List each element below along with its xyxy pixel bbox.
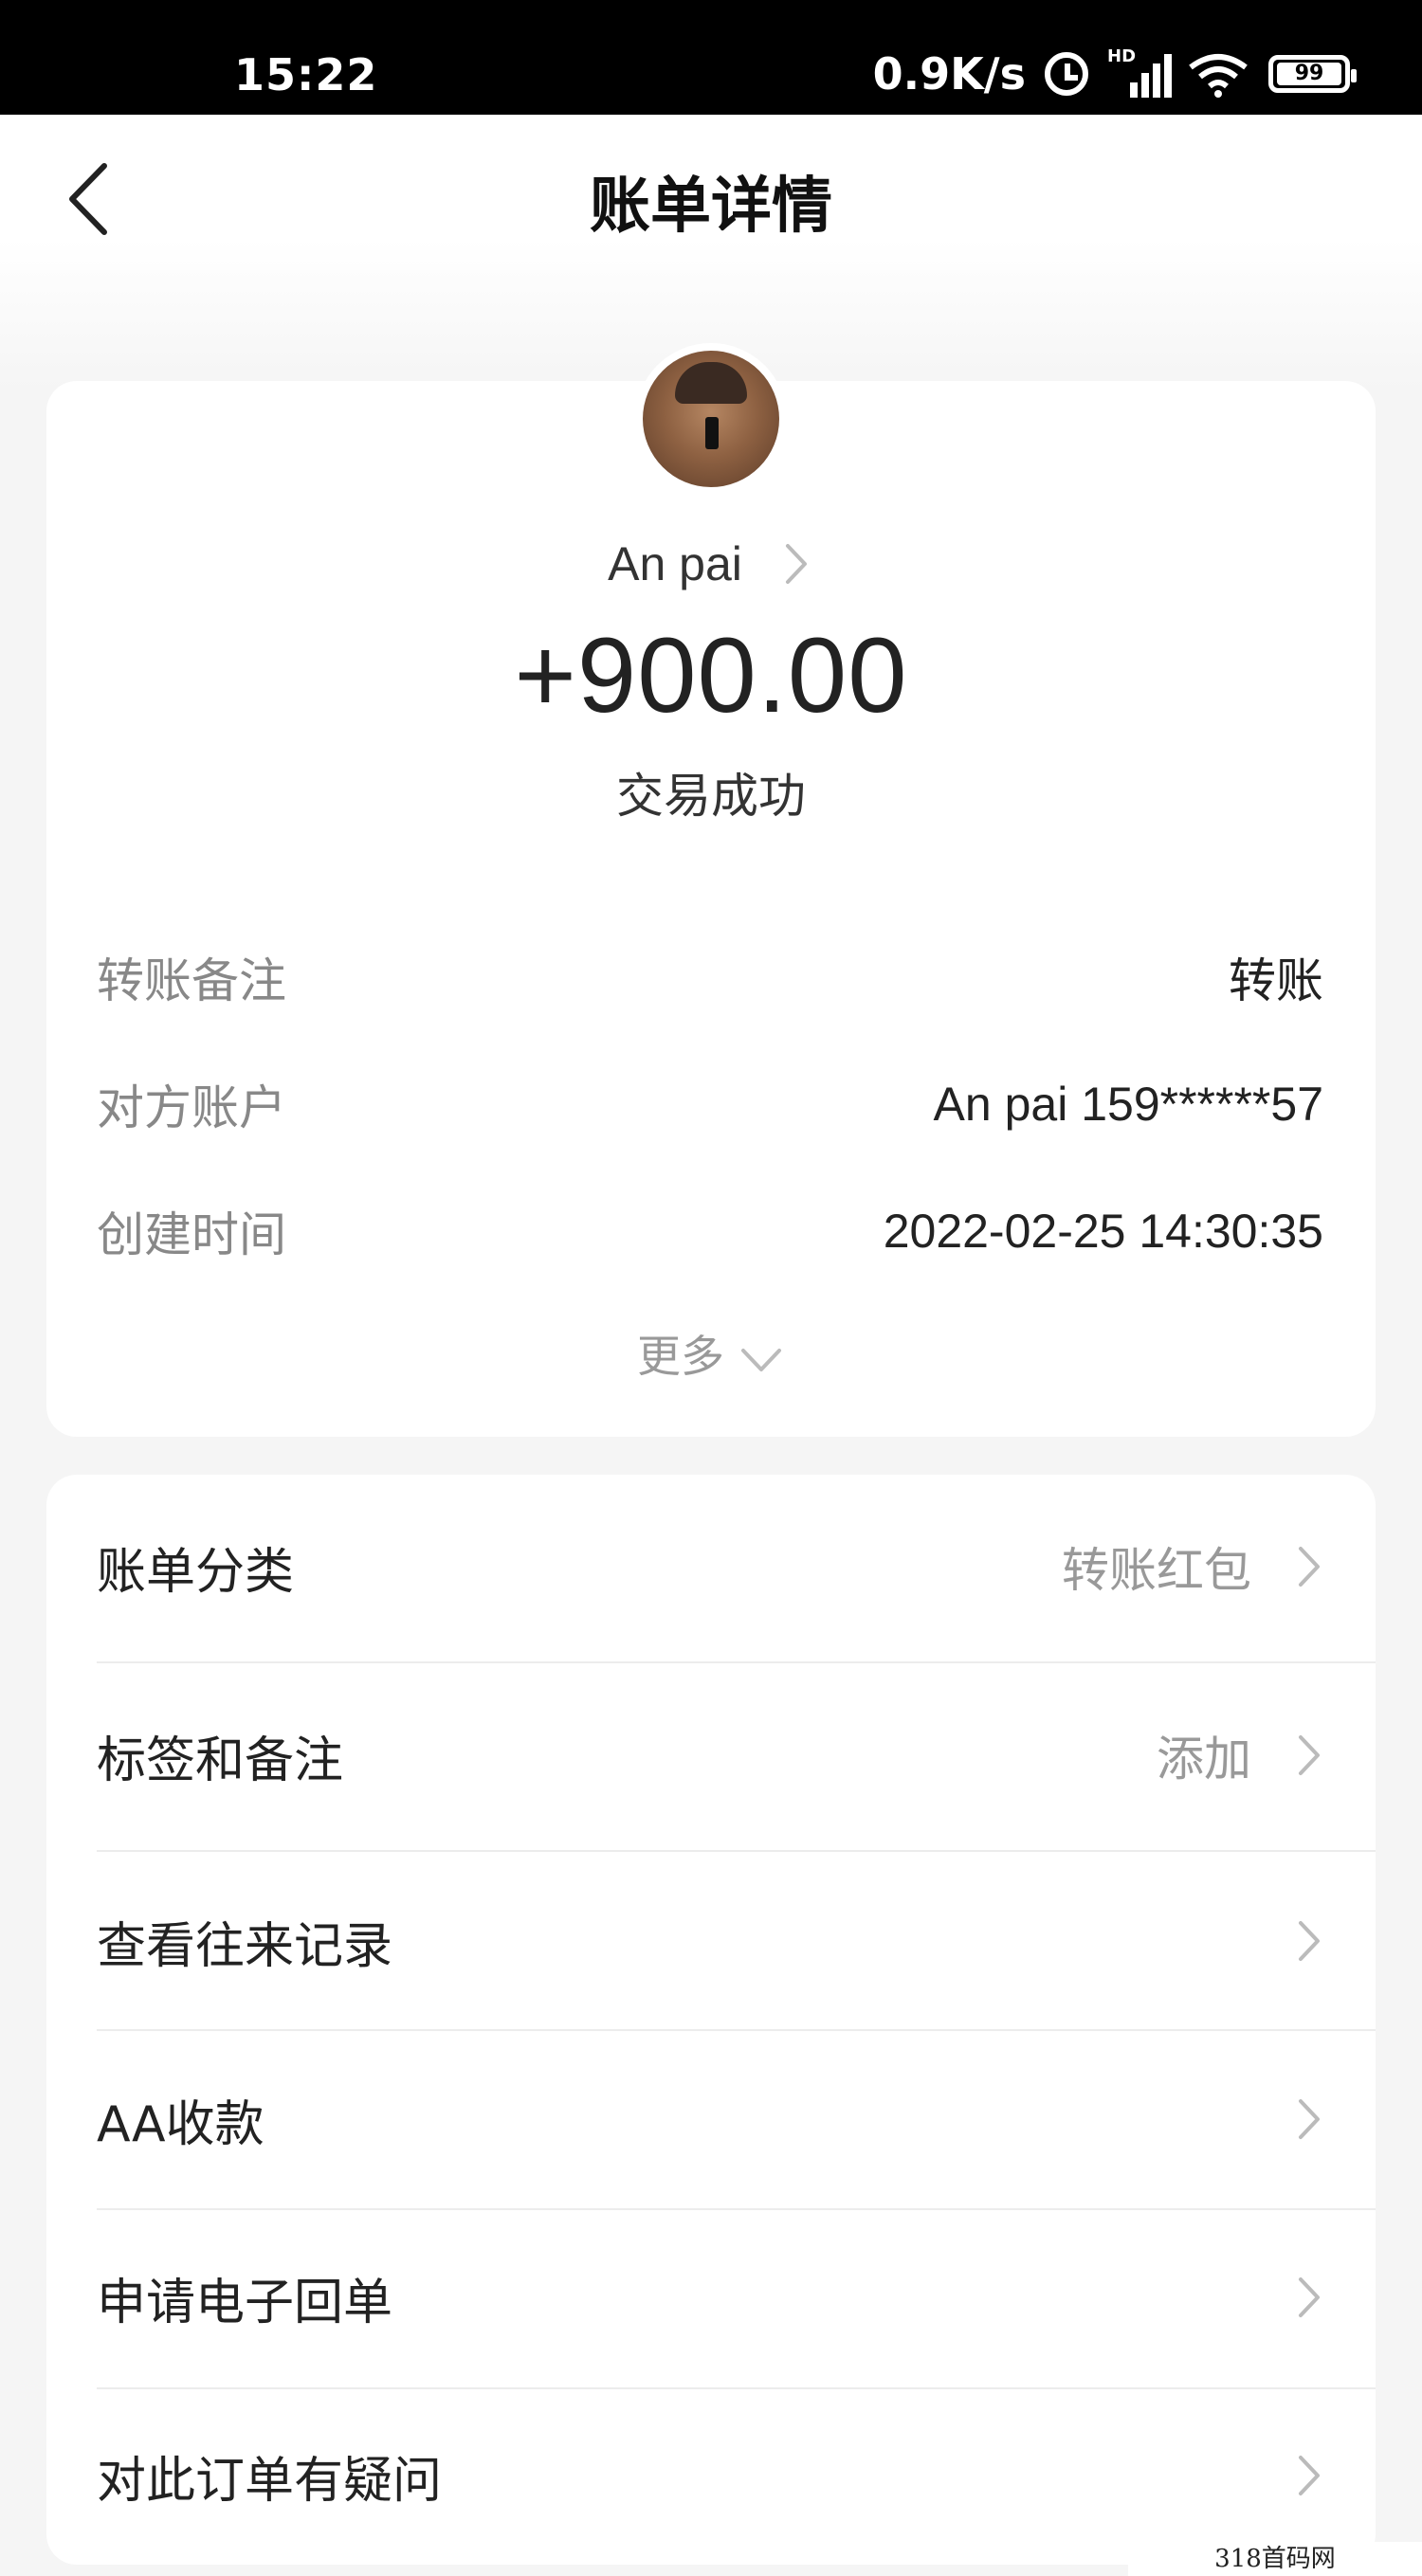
action-tags-notes[interactable]: 标签和备注 添加: [97, 1717, 1327, 1793]
avatar[interactable]: [635, 343, 787, 495]
avatar-photo: [643, 351, 779, 487]
alarm-icon: [1045, 52, 1088, 96]
action-value: 添加: [1157, 1732, 1251, 1787]
chevron-right-icon: [1289, 1915, 1327, 1967]
action-value: 转账红包: [1062, 1543, 1251, 1598]
action-label: AA收款: [97, 2095, 264, 2153]
action-aa-collect[interactable]: AA收款: [97, 2081, 1327, 2157]
action-order-question[interactable]: 对此订单有疑问: [97, 2438, 1327, 2513]
transaction-status: 交易成功: [616, 769, 806, 824]
chevron-right-icon: [1289, 1541, 1327, 1592]
action-label: 标签和备注: [97, 1732, 344, 1789]
page-title: 账单详情: [590, 172, 832, 242]
more-button[interactable]: 更多: [0, 1325, 1422, 1382]
signal-icon: HD: [1107, 46, 1172, 98]
payee-row[interactable]: An pai: [0, 533, 1422, 595]
chevron-right-icon: [776, 538, 814, 590]
detail-row-remark: 转账备注 转账: [97, 944, 1323, 1010]
status-indicators: 0.9K/s HD 99: [872, 46, 1357, 100]
chevron-right-icon: [1289, 2450, 1327, 2501]
status-bar: 15:22 0.9K/s HD 99: [0, 0, 1422, 115]
detail-value: An pai 159******57: [933, 1078, 1323, 1131]
action-label: 申请电子回单: [97, 2274, 393, 2331]
action-bill-category[interactable]: 账单分类 转账红包: [97, 1529, 1327, 1605]
chevron-right-icon: [1289, 2272, 1327, 2323]
action-label: 对此订单有疑问: [97, 2452, 443, 2510]
detail-row-account: 对方账户 An pai 159******57: [97, 1071, 1323, 1137]
signal-hd-label: HD: [1107, 46, 1137, 66]
detail-label: 转账备注: [97, 953, 286, 1008]
divider: [97, 1850, 1376, 1852]
transaction-amount: +900.00: [514, 616, 908, 735]
battery-icon: 99: [1268, 55, 1357, 93]
watermark: 318首码网 www.E318.com: [1128, 2542, 1422, 2576]
action-e-receipt[interactable]: 申请电子回单: [97, 2259, 1327, 2335]
status-time: 15:22: [234, 49, 378, 100]
network-speed: 0.9K/s: [872, 48, 1026, 100]
detail-label: 创建时间: [97, 1207, 286, 1262]
divider: [97, 2208, 1376, 2210]
more-label: 更多: [637, 1331, 724, 1382]
divider: [97, 1661, 1376, 1663]
detail-value: 2022-02-25 14:30:35: [883, 1205, 1323, 1258]
chevron-down-icon: [738, 1336, 785, 1371]
bill-actions-card: [46, 1475, 1376, 2565]
divider: [97, 2387, 1376, 2389]
divider: [97, 2029, 1376, 2031]
chevron-right-icon: [1289, 1730, 1327, 1781]
action-label: 查看往来记录: [97, 1917, 393, 1975]
detail-row-created-time: 创建时间 2022-02-25 14:30:35: [97, 1198, 1323, 1264]
detail-label: 对方账户: [97, 1080, 286, 1135]
battery-level: 99: [1277, 63, 1341, 85]
payee-name: An pai: [608, 537, 742, 590]
chevron-right-icon: [1289, 2094, 1327, 2145]
wifi-icon: [1187, 50, 1249, 98]
detail-value: 转账: [1229, 954, 1323, 1007]
action-label: 账单分类: [97, 1543, 295, 1601]
action-view-history[interactable]: 查看往来记录: [97, 1903, 1327, 1979]
